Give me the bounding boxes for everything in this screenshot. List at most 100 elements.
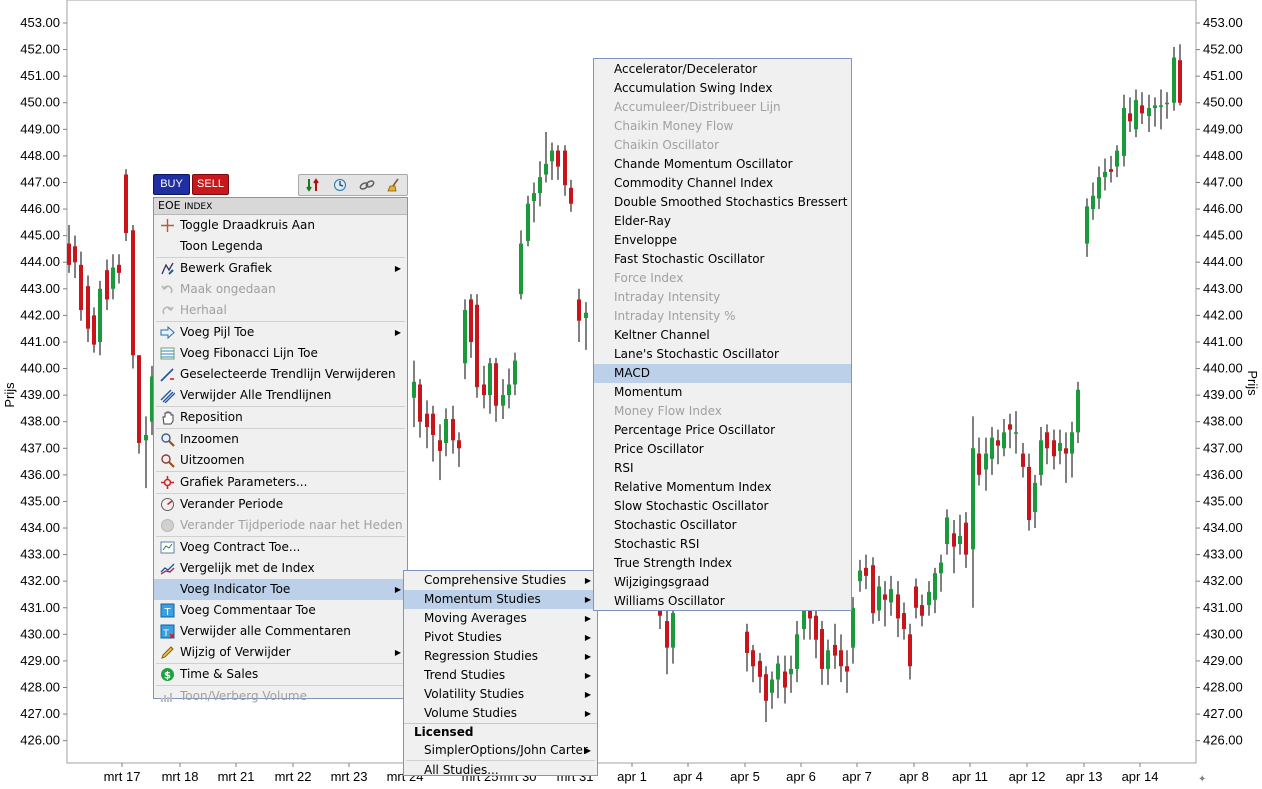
menu-item-verwijder-alle-commentaren[interactable]: T Verwijder alle Commentaren [154, 621, 407, 642]
menu-item-percentage-price-oscillator[interactable]: Percentage Price Oscillator [594, 421, 851, 440]
menu-item-relative-momentum-index[interactable]: Relative Momentum Index [594, 478, 851, 497]
menu-item-trend-studies[interactable]: Trend Studies ▶ [404, 666, 597, 685]
menu-item-moving-averages[interactable]: Moving Averages ▶ [404, 609, 597, 628]
menu-item-lane-s-stochastic-oscillator[interactable]: Lane's Stochastic Oscillator [594, 345, 851, 364]
candle-body [1153, 105, 1157, 109]
y-tick-label: 446.00 [1203, 201, 1243, 216]
menu-item-true-strength-index[interactable]: True Strength Index [594, 554, 851, 573]
menu-item-voeg-fibonacci-lijn-toe[interactable]: Voeg Fibonacci Lijn Toe [154, 343, 407, 364]
menu-item-price-oscillator[interactable]: Price Oscillator [594, 440, 851, 459]
y-tick-label: 432.00 [20, 573, 60, 588]
candle-body [451, 419, 455, 441]
menu-item-reposition[interactable]: Reposition [154, 407, 407, 428]
buy-button[interactable]: BUY [153, 174, 190, 195]
menu-item-momentum-studies[interactable]: Momentum Studies ▶ [404, 590, 597, 609]
candle-body [914, 586, 918, 608]
y-tick-label: 434.00 [20, 520, 60, 535]
candle-body [550, 150, 554, 162]
menu-item-keltner-channel[interactable]: Keltner Channel [594, 326, 851, 345]
candle-body [958, 535, 962, 544]
menu-item-label: Herhaal [180, 303, 227, 317]
y-tick-label: 431.00 [1203, 600, 1243, 615]
menu-item-label: Fast Stochastic Oscillator [614, 252, 765, 266]
menu-item-force-index: Force Index [594, 269, 851, 288]
menu-item-fast-stochastic-oscillator[interactable]: Fast Stochastic Oscillator [594, 250, 851, 269]
period-icon [160, 497, 175, 512]
clock-icon[interactable] [331, 177, 349, 193]
candle-body [475, 304, 479, 388]
x-tick-label: apr 8 [899, 769, 929, 784]
candle-body [1058, 442, 1062, 451]
menu-item-verander-periode[interactable]: Verander Periode [154, 494, 407, 515]
menu-item-regression-studies[interactable]: Regression Studies ▶ [404, 647, 597, 666]
menu-item-stochastic-oscillator[interactable]: Stochastic Oscillator [594, 516, 851, 535]
menu-item-momentum[interactable]: Momentum [594, 383, 851, 402]
hand-icon [160, 410, 175, 425]
menu-item-grafiek-parameters[interactable]: Grafiek Parameters... [154, 472, 407, 493]
menu-item-pivot-studies[interactable]: Pivot Studies ▶ [404, 628, 597, 647]
candle-body [764, 674, 768, 701]
menu-item-simpleroptions-john-carter[interactable]: SimplerOptions/John Carter ▶ [404, 741, 597, 760]
menu-item-geselecteerde-trendlijn-verwijderen[interactable]: Geselecteerde Trendlijn Verwijderen [154, 364, 407, 385]
menu-item-comprehensive-studies[interactable]: Comprehensive Studies ▶ [404, 571, 597, 590]
y-tick-label: 441.00 [1203, 334, 1243, 349]
menu-item-uitzoomen[interactable]: Uitzoomen [154, 450, 407, 471]
candle-body [556, 150, 560, 167]
menu-item-voeg-indicator-toe[interactable]: Voeg Indicator Toe ▶ [154, 579, 407, 600]
candle-body [1014, 432, 1018, 434]
menu-item-wijzigingsgraad[interactable]: Wijzigingsgraad [594, 573, 851, 592]
menu-item-wijzig-of-verwijder[interactable]: Wijzig of Verwijder ▶ [154, 642, 407, 663]
menu-item-inzoomen[interactable]: Inzoomen [154, 429, 407, 450]
menu-item-enveloppe[interactable]: Enveloppe [594, 231, 851, 250]
menu-item-voeg-pijl-toe[interactable]: Voeg Pijl Toe ▶ [154, 322, 407, 343]
menu-item-toon-legenda[interactable]: Toon Legenda [154, 236, 407, 257]
candle-body [939, 562, 943, 574]
menu-item-accumulation-swing-index[interactable]: Accumulation Swing Index [594, 79, 851, 98]
menu-item-label: SimplerOptions/John Carter [424, 743, 588, 757]
menu-item-commodity-channel-index[interactable]: Commodity Channel Index [594, 174, 851, 193]
sort-arrows-icon[interactable] [304, 177, 322, 193]
menu-item-stochastic-rsi[interactable]: Stochastic RSI [594, 535, 851, 554]
menu-item-rsi[interactable]: RSI [594, 459, 851, 478]
sell-button[interactable]: SELL [192, 174, 229, 195]
menu-item-time-sales[interactable]: $ Time & Sales [154, 664, 407, 685]
candle-body [1097, 177, 1101, 199]
menu-item-williams-oscillator[interactable]: Williams Oscillator [594, 592, 851, 611]
menu-item-macd[interactable]: MACD [594, 364, 851, 383]
all-studies-item[interactable]: All Studies... [404, 761, 597, 780]
menu-item-vergelijk-met-de-index[interactable]: Vergelijk met de Index [154, 558, 407, 579]
menu-item-bewerk-grafiek[interactable]: Bewerk Grafiek ▶ [154, 258, 407, 279]
x-tick-label: apr 4 [673, 769, 703, 784]
menu-item-volatility-studies[interactable]: Volatility Studies ▶ [404, 685, 597, 704]
menu-item-voeg-commentaar-toe[interactable]: T Voeg Commentaar Toe [154, 600, 407, 621]
menu-item-label: Time & Sales [180, 667, 259, 681]
menu-item-voeg-contract-toe[interactable]: Voeg Contract Toe... [154, 537, 407, 558]
link-icon[interactable] [358, 177, 376, 193]
candle-body [1008, 424, 1012, 430]
menu-item-chande-momentum-oscillator[interactable]: Chande Momentum Oscillator [594, 155, 851, 174]
broom-icon[interactable] [385, 177, 403, 193]
menu-item-slow-stochastic-oscillator[interactable]: Slow Stochastic Oscillator [594, 497, 851, 516]
menu-item-label: Verwijder alle Commentaren [180, 624, 351, 638]
y-tick-label: 445.00 [1203, 228, 1243, 243]
y-tick-label: 442.00 [20, 307, 60, 322]
menu-item-double-smoothed-stochastics-bressert[interactable]: Double Smoothed Stochastics Bressert [594, 193, 851, 212]
menu-item-toon-verberg-volume: Toon/Verberg Volume [154, 686, 407, 707]
y-tick-label: 450.00 [1203, 95, 1243, 110]
menu-item-verwijder-alle-trendlijnen[interactable]: Verwijder Alle Trendlijnen [154, 385, 407, 406]
candle-body [1109, 169, 1113, 172]
menu-item-label: Money Flow Index [614, 404, 722, 418]
menu-item-label: Maak ongedaan [180, 282, 276, 296]
candle-body [833, 644, 837, 656]
menu-item-toggle-draadkruis-aan[interactable]: Toggle Draadkruis Aan [154, 215, 407, 236]
candle-body [144, 434, 148, 441]
y-tick-label: 445.00 [20, 228, 60, 243]
menu-item-label: Verander Tijdperiode naar het Heden [180, 518, 403, 532]
menu-item-accelerator-decelerator[interactable]: Accelerator/Decelerator [594, 60, 851, 79]
y-tick-label: 444.00 [1203, 254, 1243, 269]
candle-body [671, 613, 675, 648]
menu-item-elder-ray[interactable]: Elder-Ray [594, 212, 851, 231]
menu-item-volume-studies[interactable]: Volume Studies ▶ [404, 704, 597, 723]
scroll-marker-icon[interactable]: ✦ [1198, 774, 1206, 785]
candle-body [851, 607, 855, 648]
